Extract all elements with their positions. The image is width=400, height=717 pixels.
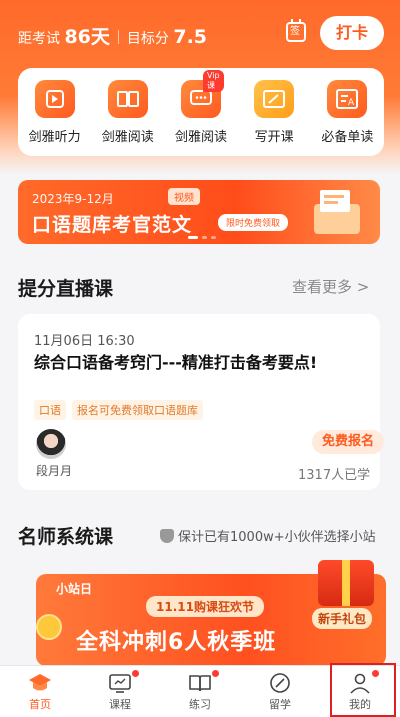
category-reading[interactable]: 剑雅阅读: [94, 80, 162, 156]
gift-icon: [318, 560, 374, 606]
free-enroll-button[interactable]: 免费报名: [312, 430, 384, 454]
tab-home[interactable]: 首页: [0, 666, 80, 717]
banner-date: 2023年9-12月: [32, 192, 114, 206]
banner-title: 口语题库考官范文: [32, 214, 193, 236]
category-listening[interactable]: 剑雅听力: [21, 80, 89, 156]
live-course-card[interactable]: 11月06日 16:30 综合口语备考窍门---精准打击备考要点! 口语 报名可…: [18, 314, 384, 490]
newbie-gift-button[interactable]: 新手礼包: [312, 608, 373, 629]
highlight-box: [330, 663, 396, 717]
top-bar: 距考试 86天 目标分 7.5 签 打卡: [0, 0, 400, 62]
live-section-title: 提分直播课: [18, 278, 114, 300]
teacher-name: 段月月: [36, 464, 73, 478]
system-section-title: 名师系统课: [18, 526, 114, 548]
exam-countdown-label: 距考试: [18, 31, 60, 47]
course-tags: 口语 报名可免费领取口语题库: [34, 400, 203, 420]
vip-badge: Vip课: [202, 70, 224, 92]
category-reading-vip[interactable]: Vip课 剑雅阅读: [167, 70, 235, 156]
target-score-value: 7.5: [173, 26, 208, 48]
category-label: 剑雅听力: [28, 130, 81, 145]
category-writing[interactable]: 写开课: [240, 80, 308, 156]
svg-text:A: A: [348, 98, 355, 108]
banner-cta[interactable]: 限时免费领取: [218, 214, 289, 231]
pen-icon: [254, 80, 295, 118]
graduation-cap-icon: [29, 674, 51, 691]
notification-dot: [212, 670, 219, 677]
tab-label: 练习: [189, 698, 211, 711]
coin-icon: [36, 614, 62, 640]
banner-chip: 视频: [168, 188, 200, 205]
course-time: 11月06日 16:30: [34, 334, 135, 349]
gift-box-icon: [314, 190, 360, 234]
target-score-label: 目标分: [126, 31, 169, 47]
exam-info: 距考试 86天 目标分 7.5: [18, 22, 207, 49]
practice-icon: [189, 675, 211, 692]
promo-banner[interactable]: 2023年9-12月 视频 口语题库考官范文 限时免费领取: [18, 180, 380, 244]
tab-courses[interactable]: 课程: [80, 666, 160, 717]
trust-note: 保计已有1000w+小伙伴选择小站: [160, 526, 376, 545]
chat-icon: Vip课: [180, 70, 224, 118]
category-grid: 剑雅听力 剑雅阅读 Vip课 剑雅阅读 写开课 A 必备单读: [18, 68, 384, 156]
learner-count: 1317人已学: [298, 468, 371, 483]
tab-label: 留学: [269, 698, 291, 711]
compass-icon: [270, 673, 290, 693]
shield-icon: [160, 529, 174, 543]
checkin-button[interactable]: 打卡: [320, 16, 384, 50]
tab-practice[interactable]: 练习: [160, 666, 240, 717]
category-label: 写开课: [254, 130, 294, 145]
tab-study-abroad[interactable]: 留学: [240, 666, 320, 717]
book-icon: [107, 80, 148, 118]
tab-label: 首页: [29, 698, 51, 711]
course-icon: [109, 674, 131, 693]
course-tag: 报名可免费领取口语题库: [72, 400, 203, 420]
banner-headline: 全科冲刺6人秋季班: [76, 630, 277, 655]
play-icon: [34, 80, 75, 118]
avatar: [36, 429, 66, 459]
exam-countdown-value: 86天: [64, 26, 110, 48]
festival-label: 11.11购课狂欢节: [146, 596, 264, 617]
category-label: 必备单读: [321, 130, 374, 145]
course-tag: 口语: [34, 400, 66, 420]
vocab-icon: A: [327, 80, 368, 118]
notification-dot: [132, 670, 139, 677]
brand-logo: 小站日: [56, 582, 93, 596]
category-vocab[interactable]: A 必备单读: [313, 80, 381, 156]
carousel-indicator: [188, 236, 216, 239]
course-title: 综合口语备考窍门---精准打击备考要点!: [34, 353, 318, 372]
view-more-link[interactable]: 查看更多 >: [292, 276, 369, 297]
category-label: 剑雅阅读: [174, 130, 227, 145]
tab-label: 课程: [109, 698, 131, 711]
category-label: 剑雅阅读: [101, 130, 154, 145]
divider: [117, 30, 119, 44]
calendar-icon[interactable]: 签: [286, 19, 306, 42]
